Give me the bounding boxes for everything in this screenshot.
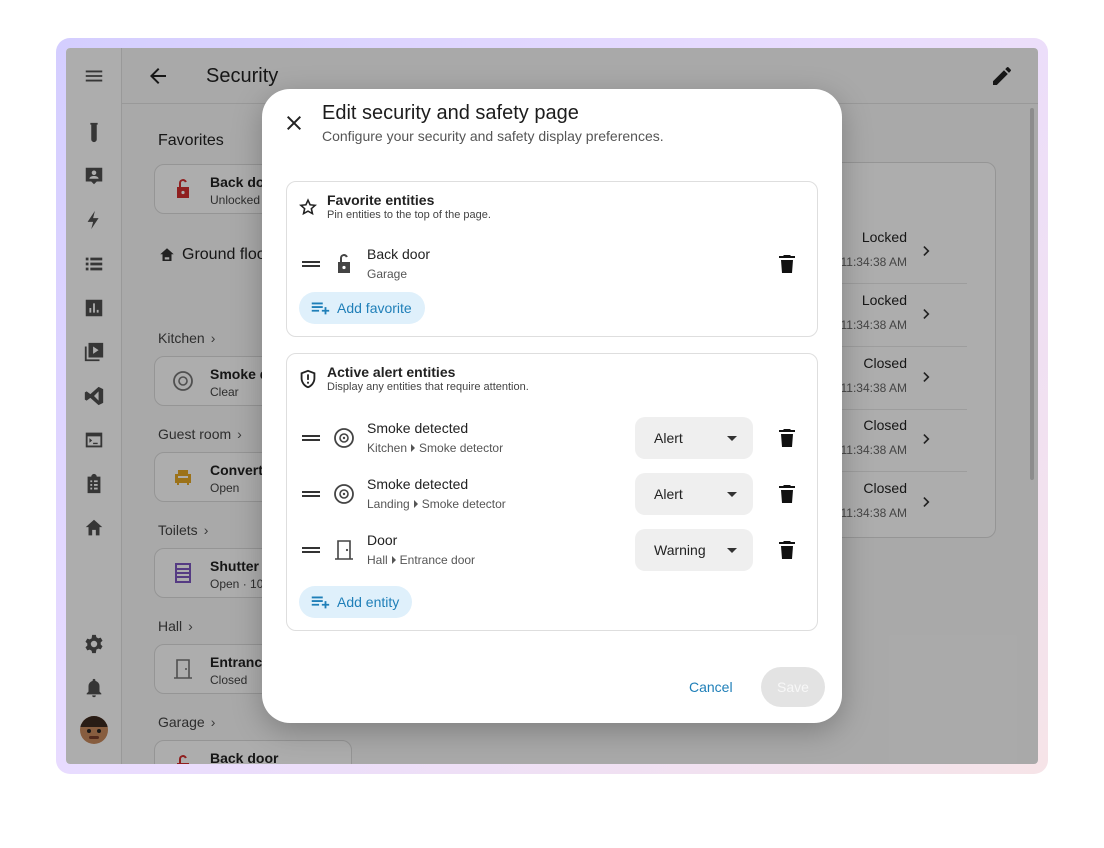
alert-entity-row: Smoke detected Landing Smoke detector Al… (287, 466, 817, 522)
star-outline-icon (297, 196, 319, 218)
dropdown-arrow-icon (727, 492, 737, 497)
favorite-entities-section: Favorite entities Pin entities to the to… (286, 181, 818, 337)
door-icon (332, 538, 356, 562)
dialog-subtitle: Configure your security and safety displ… (322, 128, 664, 144)
playlist-plus-icon (311, 302, 330, 315)
alert-entity-row: Smoke detected Kitchen Smoke detector Al… (287, 410, 817, 466)
drag-handle-icon[interactable] (302, 491, 320, 497)
dialog-title: Edit security and safety page (322, 102, 579, 124)
favorite-entity-row: Back door Garage (287, 236, 817, 292)
drag-handle-icon[interactable] (302, 547, 320, 553)
alert-level-select[interactable]: Alert (635, 473, 753, 515)
delete-icon[interactable] (775, 482, 799, 506)
edit-page-dialog: Edit security and safety page Configure … (262, 89, 842, 723)
cancel-button[interactable]: Cancel (689, 679, 733, 695)
delete-icon[interactable] (775, 538, 799, 562)
alert-level-select[interactable]: Alert (635, 417, 753, 459)
dropdown-arrow-icon (727, 436, 737, 441)
separator-icon (391, 556, 396, 564)
separator-icon (411, 444, 416, 452)
close-icon[interactable] (282, 111, 306, 135)
add-entity-button[interactable]: Add entity (299, 586, 413, 618)
delete-icon[interactable] (775, 252, 799, 276)
add-favorite-button[interactable]: Add favorite (299, 292, 425, 324)
drag-handle-icon[interactable] (302, 261, 320, 267)
alert-entity-row: Door Hall Entrance door Warning (287, 522, 817, 578)
delete-icon[interactable] (775, 426, 799, 450)
lock-open-icon (332, 252, 356, 276)
shield-alert-icon (297, 368, 319, 390)
smoke-detector-icon (332, 426, 356, 450)
alert-level-select[interactable]: Warning (635, 529, 753, 571)
save-button[interactable]: Save (761, 667, 825, 707)
dropdown-arrow-icon (727, 548, 737, 553)
smoke-detector-icon (332, 482, 356, 506)
separator-icon (413, 500, 418, 508)
active-alert-entities-section: Active alert entities Display any entiti… (286, 353, 818, 631)
drag-handle-icon[interactable] (302, 435, 320, 441)
playlist-plus-icon (311, 596, 330, 609)
